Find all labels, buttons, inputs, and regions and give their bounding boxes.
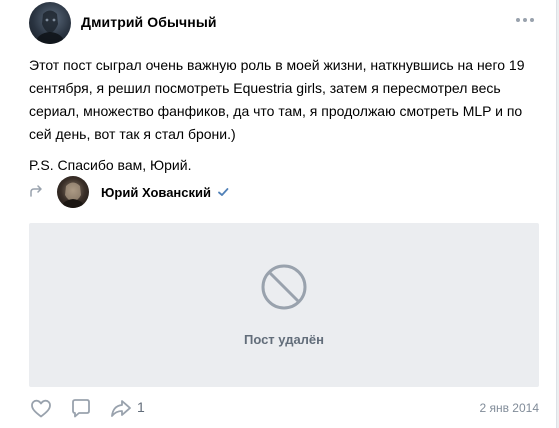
post-header: Дмитрий Обычный <box>29 2 556 44</box>
share-icon <box>111 400 131 417</box>
repost-arrow-icon <box>30 185 42 197</box>
comment-button[interactable] <box>69 396 93 420</box>
repost-author-name[interactable]: Юрий Хованский <box>101 185 211 200</box>
comment-icon <box>72 399 90 418</box>
deleted-post-block: Пост удалён <box>29 223 539 387</box>
more-icon[interactable] <box>516 18 534 22</box>
post-ps: P.S. Спасибо вам, Юрий. <box>29 157 192 173</box>
post-body: Этот пост сыграл очень важную роль в мое… <box>29 57 525 142</box>
repost-author-avatar[interactable] <box>57 176 89 208</box>
post-actions: 1 2 янв 2014 <box>29 396 539 420</box>
share-count: 1 <box>137 399 145 415</box>
ban-icon <box>261 264 307 310</box>
post-date[interactable]: 2 янв 2014 <box>479 401 539 415</box>
deleted-post-label: Пост удалён <box>243 332 325 347</box>
author-avatar[interactable] <box>29 2 71 44</box>
like-button[interactable] <box>29 396 53 420</box>
repost-header: Юрий Хованский <box>29 176 556 208</box>
post-card: Дмитрий Обычный Этот пост сыграл очень в… <box>0 0 557 428</box>
post-text: Этот пост сыграл очень важную роль в мое… <box>29 54 541 177</box>
verified-icon <box>218 188 229 196</box>
author-name[interactable]: Дмитрий Обычный <box>81 14 217 30</box>
share-button[interactable] <box>109 396 133 420</box>
like-icon <box>31 399 51 418</box>
